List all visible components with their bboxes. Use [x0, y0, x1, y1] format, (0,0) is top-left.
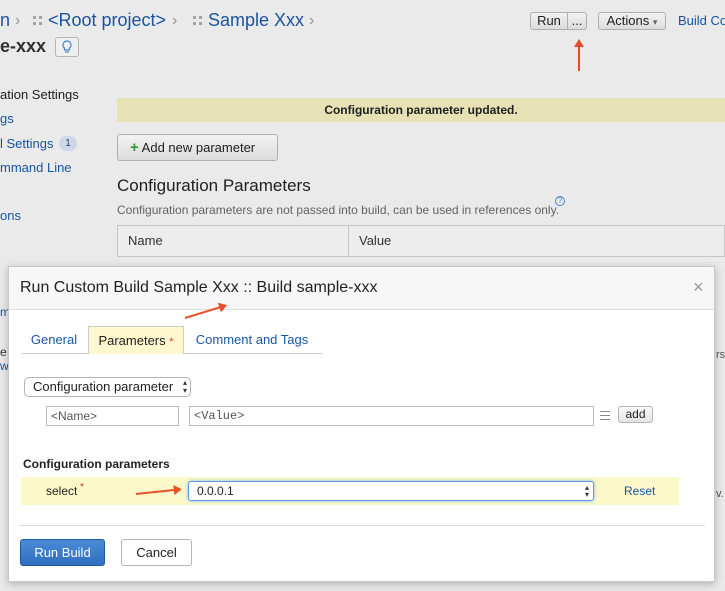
- tab-parameters[interactable]: Parameters *: [88, 326, 184, 354]
- tab-comment-and-tags[interactable]: Comment and Tags: [186, 326, 318, 354]
- required-mark: *: [80, 482, 84, 493]
- parameter-value-textarea[interactable]: <Value>: [189, 406, 594, 426]
- run-build-button[interactable]: Run Build: [20, 539, 105, 566]
- parameter-row-select: select * 0.0.0.1 ▴ ▾ Reset: [21, 477, 679, 505]
- run-custom-build-dialog: Run Custom Build Sample Xxx :: Build sam…: [8, 266, 715, 582]
- parameter-type-select[interactable]: Configuration parameter ▴ ▾: [24, 377, 191, 397]
- parameter-name-input[interactable]: <Name>: [46, 406, 179, 426]
- tab-parameters-label: Parameters: [98, 333, 166, 348]
- cancel-button[interactable]: Cancel: [121, 539, 192, 566]
- reset-link[interactable]: Reset: [624, 484, 655, 498]
- required-mark: *: [169, 336, 174, 348]
- dialog-title: Run Custom Build Sample Xxx :: Build sam…: [20, 279, 378, 296]
- select-arrows-icon: ▴ ▾: [182, 378, 187, 395]
- parameter-type-value: Configuration parameter: [33, 379, 174, 394]
- dialog-header: Run Custom Build Sample Xxx :: Build sam…: [9, 267, 714, 310]
- config-parameters-heading: Configuration parameters: [23, 457, 170, 471]
- param-value-select[interactable]: 0.0.0.1 ▴ ▾: [188, 481, 594, 501]
- param-name-select: select: [46, 484, 78, 498]
- param-value-selected: 0.0.0.1: [197, 484, 234, 498]
- footer-divider: [19, 525, 705, 526]
- tab-general[interactable]: General: [21, 326, 87, 354]
- select-arrows-icon: ▴ ▾: [584, 483, 589, 499]
- expand-editor-icon[interactable]: [600, 411, 610, 420]
- close-icon[interactable]: ×: [693, 277, 704, 298]
- add-parameter-button[interactable]: add: [618, 406, 653, 423]
